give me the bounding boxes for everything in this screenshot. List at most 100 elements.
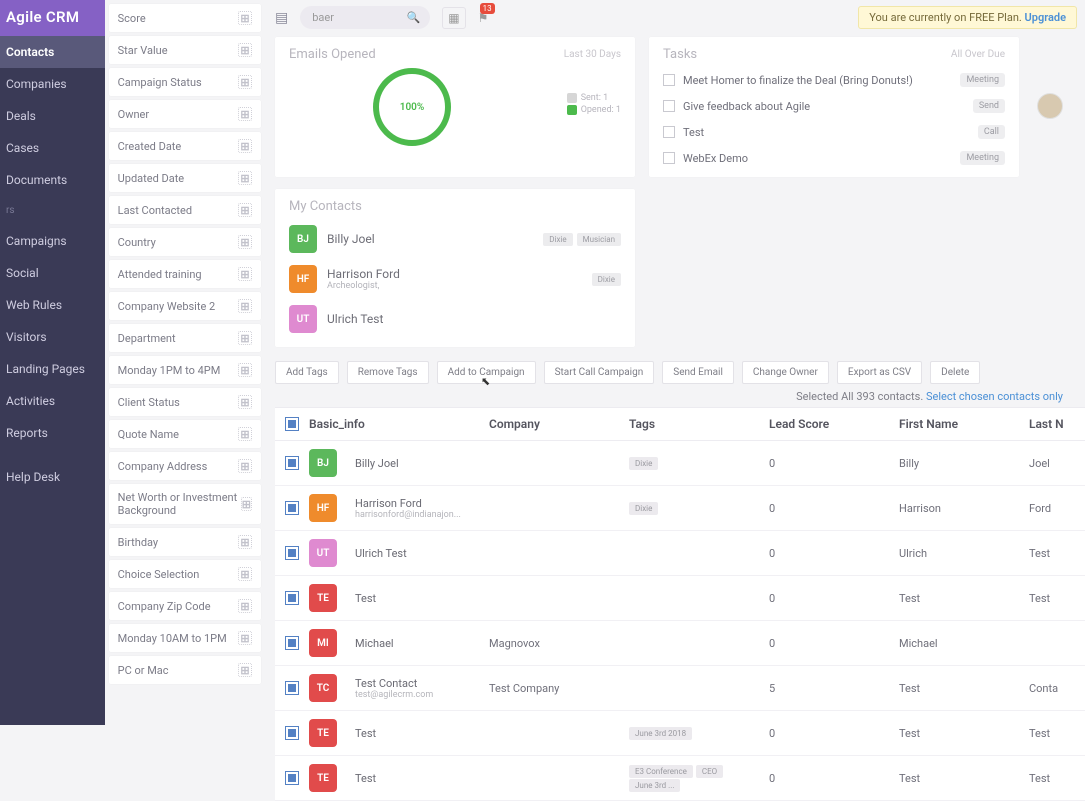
row-checkbox[interactable] (285, 681, 299, 695)
filter-monday-10am-to-1pm[interactable]: Monday 10AM to 1PM⊞ (109, 624, 261, 652)
delete-button[interactable]: Delete (930, 361, 980, 384)
nav-item-contacts[interactable]: Contacts (0, 36, 105, 68)
select-chosen-link[interactable]: Select chosen contacts only (926, 390, 1063, 403)
row-checkbox[interactable] (285, 456, 299, 470)
notifications-icon[interactable]: 13 ⚑ (478, 11, 489, 25)
col-tags[interactable]: Tags (629, 417, 769, 431)
contact-tag: Dixie (592, 273, 621, 286)
filter-score[interactable]: Score⊞ (109, 4, 261, 32)
col-basic[interactable]: Basic_info (309, 417, 489, 431)
table-row[interactable]: TETestE3 ConferenceCEOJune 3rd ...0TestT… (275, 756, 1085, 801)
task-row[interactable]: TestCall (663, 119, 1005, 145)
filter-created-date[interactable]: Created Date⊞ (109, 132, 261, 160)
filter-last-contacted[interactable]: Last Contacted⊞ (109, 196, 261, 224)
task-row[interactable]: Give feedback about AgileSend (663, 93, 1005, 119)
col-company[interactable]: Company (489, 417, 629, 431)
nav-item-activities[interactable]: Activities (0, 385, 105, 417)
change-owner-button[interactable]: Change Owner (742, 361, 829, 384)
send-email-button[interactable]: Send Email (662, 361, 734, 384)
nav-item-documents[interactable]: Documents (0, 164, 105, 196)
contact-tag: Dixie (543, 233, 572, 246)
nav-item-web-rules[interactable]: Web Rules (0, 289, 105, 321)
contact-subtitle: Archeologist, (327, 281, 400, 291)
nav-item-campaigns[interactable]: Campaigns (0, 225, 105, 257)
nav-item-companies[interactable]: Companies (0, 68, 105, 100)
task-checkbox[interactable] (663, 126, 675, 138)
nav-item-social[interactable]: Social (0, 257, 105, 289)
export-as-csv-button[interactable]: Export as CSV (837, 361, 922, 384)
table-row[interactable]: HFHarrison Fordharrisonford@indianajon..… (275, 486, 1085, 531)
select-all-checkbox[interactable] (285, 417, 299, 431)
row-checkbox[interactable] (285, 636, 299, 650)
filter-pc-or-mac[interactable]: PC or Mac⊞ (109, 656, 261, 684)
table-row[interactable]: MIMichaelMagnovox0Michael (275, 621, 1085, 666)
row-checkbox[interactable] (285, 771, 299, 785)
row-first: Billy (899, 457, 1029, 470)
main-area: ▤ baer 🔍 ▦ 13 ⚑ You are currently on FRE… (267, 0, 1085, 725)
nav-item-landing-pages[interactable]: Landing Pages (0, 353, 105, 385)
row-checkbox[interactable] (285, 726, 299, 740)
start-call-campaign-button[interactable]: Start Call Campaign (544, 361, 655, 384)
contact-row[interactable]: UTUlrich Test (289, 299, 621, 339)
expand-icon: ⊞ (238, 567, 252, 581)
table-row[interactable]: TCTest Contacttest@agilecrm.comTest Comp… (275, 666, 1085, 711)
table-row[interactable]: UTUlrich Test0UlrichTest (275, 531, 1085, 576)
remove-tags-button[interactable]: Remove Tags (347, 361, 429, 384)
row-checkbox[interactable] (285, 546, 299, 560)
filter-campaign-status[interactable]: Campaign Status⊞ (109, 68, 261, 96)
expand-icon: ⊞ (241, 497, 252, 511)
upgrade-link[interactable]: Upgrade (1025, 11, 1066, 24)
row-score: 0 (769, 727, 899, 740)
contact-row[interactable]: HFHarrison FordArcheologist,Dixie (289, 259, 621, 299)
filter-quote-name[interactable]: Quote Name⊞ (109, 420, 261, 448)
task-checkbox[interactable] (663, 74, 675, 86)
row-name: Test (355, 727, 376, 740)
filter-attended-training[interactable]: Attended training⊞ (109, 260, 261, 288)
table-row[interactable]: TETest0TestTest (275, 576, 1085, 621)
col-last[interactable]: Last N (1029, 417, 1079, 431)
task-checkbox[interactable] (663, 152, 675, 164)
avatar: TE (309, 719, 337, 747)
contact-row[interactable]: BJBilly JoelDixieMusician (289, 219, 621, 259)
task-checkbox[interactable] (663, 100, 675, 112)
table-row[interactable]: TETestJune 3rd 20180TestTest (275, 711, 1085, 756)
nav-item-deals[interactable]: Deals (0, 100, 105, 132)
filter-country[interactable]: Country⊞ (109, 228, 261, 256)
filter-owner[interactable]: Owner⊞ (109, 100, 261, 128)
add-tags-button[interactable]: Add Tags (275, 361, 339, 384)
chart-legend: Sent: 1Opened: 1 (567, 91, 621, 117)
search-input[interactable]: baer 🔍 (300, 6, 430, 29)
filter-department[interactable]: Department⊞ (109, 324, 261, 352)
task-row[interactable]: WebEx DemoMeeting (663, 145, 1005, 171)
filter-choice-selection[interactable]: Choice Selection⊞ (109, 560, 261, 588)
nav-item-cases[interactable]: Cases (0, 132, 105, 164)
filter-company-zip-code[interactable]: Company Zip Code⊞ (109, 592, 261, 620)
row-checkbox[interactable] (285, 591, 299, 605)
avatar: HF (309, 494, 337, 522)
filter-net-worth-or-investment-background[interactable]: Net Worth or Investment Background⊞ (109, 484, 261, 524)
filter-company-address[interactable]: Company Address⊞ (109, 452, 261, 480)
menu-toggle-icon[interactable]: ▤ (275, 10, 288, 26)
nav-item-help-desk[interactable]: Help Desk (0, 461, 105, 493)
filter-company-website-2[interactable]: Company Website 2⊞ (109, 292, 261, 320)
table-row[interactable]: BJBilly JoelDixie0BillyJoel (275, 441, 1085, 486)
col-score[interactable]: Lead Score (769, 417, 899, 431)
filter-star-value[interactable]: Star Value⊞ (109, 36, 261, 64)
filter-birthday[interactable]: Birthday⊞ (109, 528, 261, 556)
row-name: Billy Joel (355, 457, 399, 470)
filter-monday-1pm-to-4pm[interactable]: Monday 1PM to 4PM⊞ (109, 356, 261, 384)
nav-item-rs[interactable]: rs (0, 196, 105, 225)
filter-updated-date[interactable]: Updated Date⊞ (109, 164, 261, 192)
nav-item-visitors[interactable]: Visitors (0, 321, 105, 353)
task-row[interactable]: Meet Homer to finalize the Deal (Bring D… (663, 67, 1005, 93)
filter-client-status[interactable]: Client Status⊞ (109, 388, 261, 416)
row-company: Magnovox (489, 637, 629, 650)
row-checkbox[interactable] (285, 501, 299, 515)
col-first[interactable]: First Name (899, 417, 1029, 431)
row-score: 0 (769, 592, 899, 605)
nav-item-reports[interactable]: Reports (0, 417, 105, 449)
user-avatar[interactable] (1037, 93, 1063, 119)
row-tag: June 3rd ... (629, 779, 680, 792)
expand-icon: ⊞ (238, 331, 252, 345)
calendar-icon[interactable]: ▦ (442, 7, 465, 29)
